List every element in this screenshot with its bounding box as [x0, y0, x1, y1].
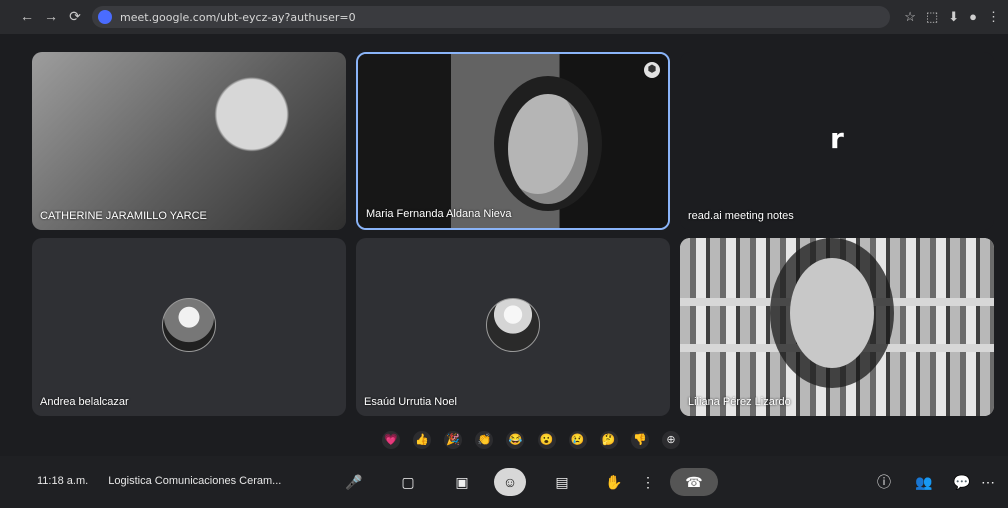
raise-hand-button[interactable]: ✋ — [598, 468, 630, 496]
reaction-surprise-icon[interactable]: 😮 — [537, 431, 556, 449]
reaction-button[interactable]: ☺ — [494, 468, 526, 496]
participant-name: Esaúd Urrutia Noel — [364, 396, 457, 408]
reaction-clap-icon[interactable]: 👏 — [475, 431, 494, 449]
reaction-laugh-icon[interactable]: 😂 — [506, 431, 525, 449]
profile-icon[interactable]: ● — [969, 6, 977, 28]
browser-actions: ☆ ⬚ ⬇ ● ⋮ — [904, 6, 1000, 28]
participant-tile[interactable]: Esaúd Urrutia Noel — [356, 238, 670, 416]
video-feed — [32, 52, 346, 230]
meeting-info-icon[interactable]: ⓘ — [868, 468, 900, 496]
captions-button[interactable]: ▤ — [546, 468, 578, 496]
meeting-time: 11:18 a.m. — [37, 475, 89, 487]
mic-button[interactable]: 🎤 — [338, 468, 370, 496]
participant-tile[interactable]: ⬢ Maria Fernanda Aldana Nieva — [356, 52, 670, 230]
participant-face — [790, 258, 874, 368]
reaction-party-icon[interactable]: 🎉 — [444, 431, 463, 449]
camera-button[interactable]: ▢ — [392, 468, 424, 496]
participant-name: Maria Fernanda Aldana Nieva — [366, 208, 512, 220]
url-text: meet.google.com/ubt-eycz-ay?authuser=0 — [120, 10, 356, 24]
activities-icon[interactable]: ⋯ — [972, 468, 1004, 496]
pin-icon[interactable]: ⬢ — [644, 62, 660, 78]
meeting-info: 11:18 a.m. Logistica Comunicaciones Cera… — [37, 475, 281, 487]
refresh-icon[interactable]: ⟳ — [64, 8, 86, 25]
address-bar[interactable]: meet.google.com/ubt-eycz-ay?authuser=0 — [92, 6, 890, 28]
meeting-title: Logistica Comunicaciones Ceram... — [108, 475, 282, 487]
participant-tile[interactable]: r read.ai meeting notes — [680, 52, 994, 230]
browser-toolbar: ← → ⟳ meet.google.com/ubt-eycz-ay?authus… — [0, 0, 1008, 34]
reaction-thumbs-up-icon[interactable]: 👍 — [413, 431, 432, 449]
present-button[interactable]: ▣ — [446, 468, 478, 496]
people-icon[interactable]: 👥 — [908, 468, 940, 496]
back-icon[interactable]: ← — [16, 8, 38, 24]
reaction-thumbs-down-icon[interactable]: 👎 — [630, 431, 649, 449]
participant-name: CATHERINE JARAMILLO YARCE — [40, 210, 207, 222]
forward-icon[interactable]: → — [40, 8, 62, 24]
video-feed — [358, 54, 668, 228]
download-icon[interactable]: ⬇ — [948, 6, 959, 28]
participant-name: read.ai meeting notes — [688, 210, 794, 222]
more-options-button[interactable]: ⋮ — [632, 468, 664, 496]
reactions-bar: 💗 👍 🎉 👏 😂 😮 😢 🤔 👎 ⊕ — [382, 430, 680, 450]
meeting-controls: 11:18 a.m. Logistica Comunicaciones Cera… — [0, 456, 1008, 508]
participant-tile[interactable]: Andrea belalcazar — [32, 238, 346, 416]
menu-icon[interactable]: ⋮ — [987, 6, 1000, 28]
reaction-think-icon[interactable]: 🤔 — [599, 431, 618, 449]
participant-name: Liliana Pérez Lizardo — [688, 396, 791, 408]
avatar-letter: r — [830, 122, 844, 155]
extensions-icon[interactable]: ⬚ — [926, 6, 938, 28]
participant-tile[interactable]: CATHERINE JARAMILLO YARCE — [32, 52, 346, 230]
avatar — [486, 298, 540, 352]
reaction-more-icon[interactable]: ⊕ — [661, 431, 680, 449]
leave-call-button[interactable]: ☎ — [670, 468, 718, 496]
participant-name: Andrea belalcazar — [40, 396, 129, 408]
reaction-sad-icon[interactable]: 😢 — [568, 431, 587, 449]
avatar — [162, 298, 216, 352]
participant-tile[interactable]: Liliana Pérez Lizardo — [680, 238, 994, 416]
site-icon — [98, 10, 112, 24]
reaction-heart-icon[interactable]: 💗 — [382, 431, 400, 449]
bookmark-icon[interactable]: ☆ — [904, 6, 916, 28]
